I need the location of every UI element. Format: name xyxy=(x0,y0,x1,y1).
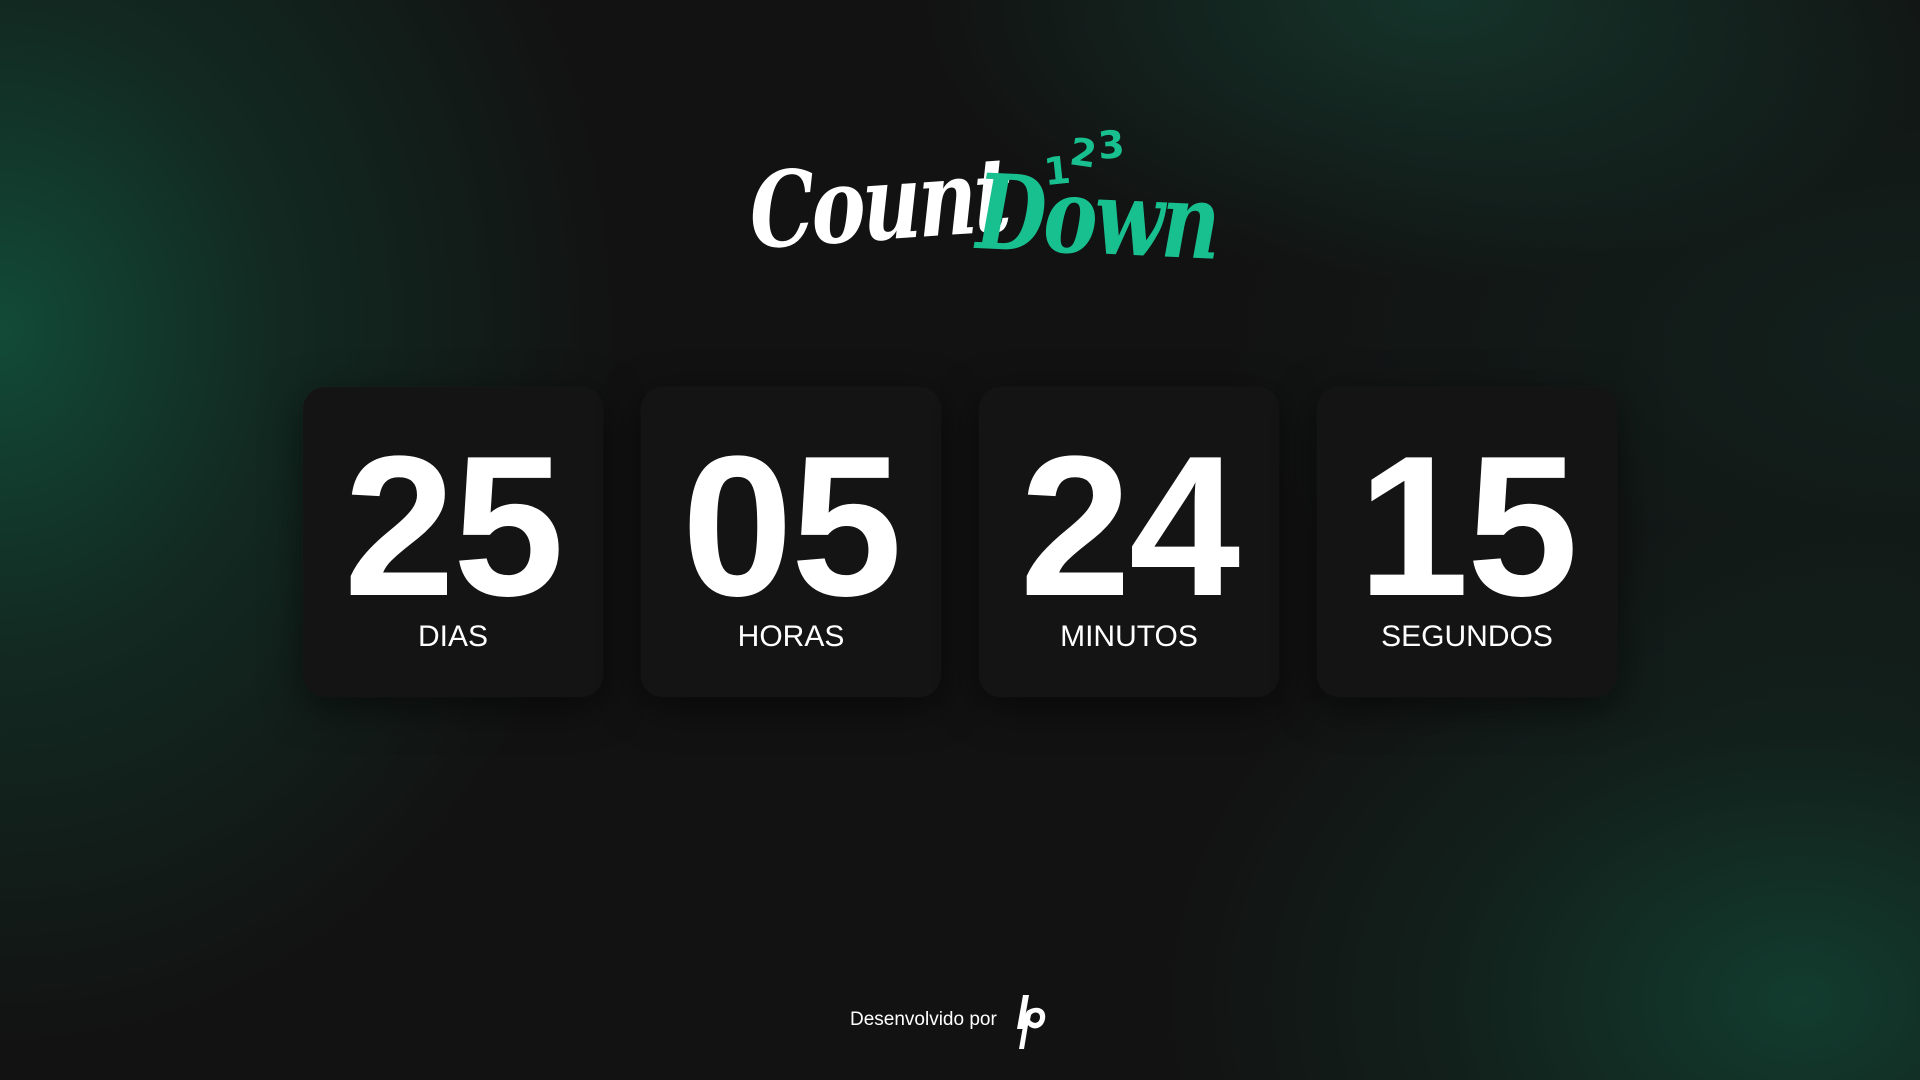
logo-digit-2: 2 xyxy=(1067,129,1100,177)
countdown-logo: Count Down 1 2 3 xyxy=(740,120,1218,290)
hours-label: HORAS xyxy=(737,620,845,653)
seconds-label: SEGUNDOS xyxy=(1381,620,1553,653)
seconds-value: 15 xyxy=(1357,415,1578,638)
days-value: 25 xyxy=(343,415,564,638)
days-card: 25 DIAS xyxy=(303,387,603,697)
minutes-label: MINUTOS xyxy=(1060,620,1198,653)
logo-word-count: Count xyxy=(747,132,1011,273)
logo-digit-3: 3 xyxy=(1096,122,1126,168)
lp-brand-logo[interactable] xyxy=(1009,989,1053,1051)
minutes-card: 24 MINUTOS xyxy=(979,387,1279,697)
hours-value: 05 xyxy=(681,415,902,638)
logo-word-down: Down xyxy=(974,150,1219,284)
countdown-timer: 25 DIAS 05 HORAS 24 MINUTOS 15 SEGUNDOS xyxy=(303,387,1617,697)
days-label: DIAS xyxy=(417,620,489,653)
footer: Desenvolvido por xyxy=(850,990,1053,1050)
seconds-card: 15 SEGUNDOS xyxy=(1317,387,1617,697)
footer-credit-text: Desenvolvido por xyxy=(850,1009,997,1030)
hours-card: 05 HORAS xyxy=(641,387,941,697)
minutes-value: 24 xyxy=(1019,415,1240,638)
